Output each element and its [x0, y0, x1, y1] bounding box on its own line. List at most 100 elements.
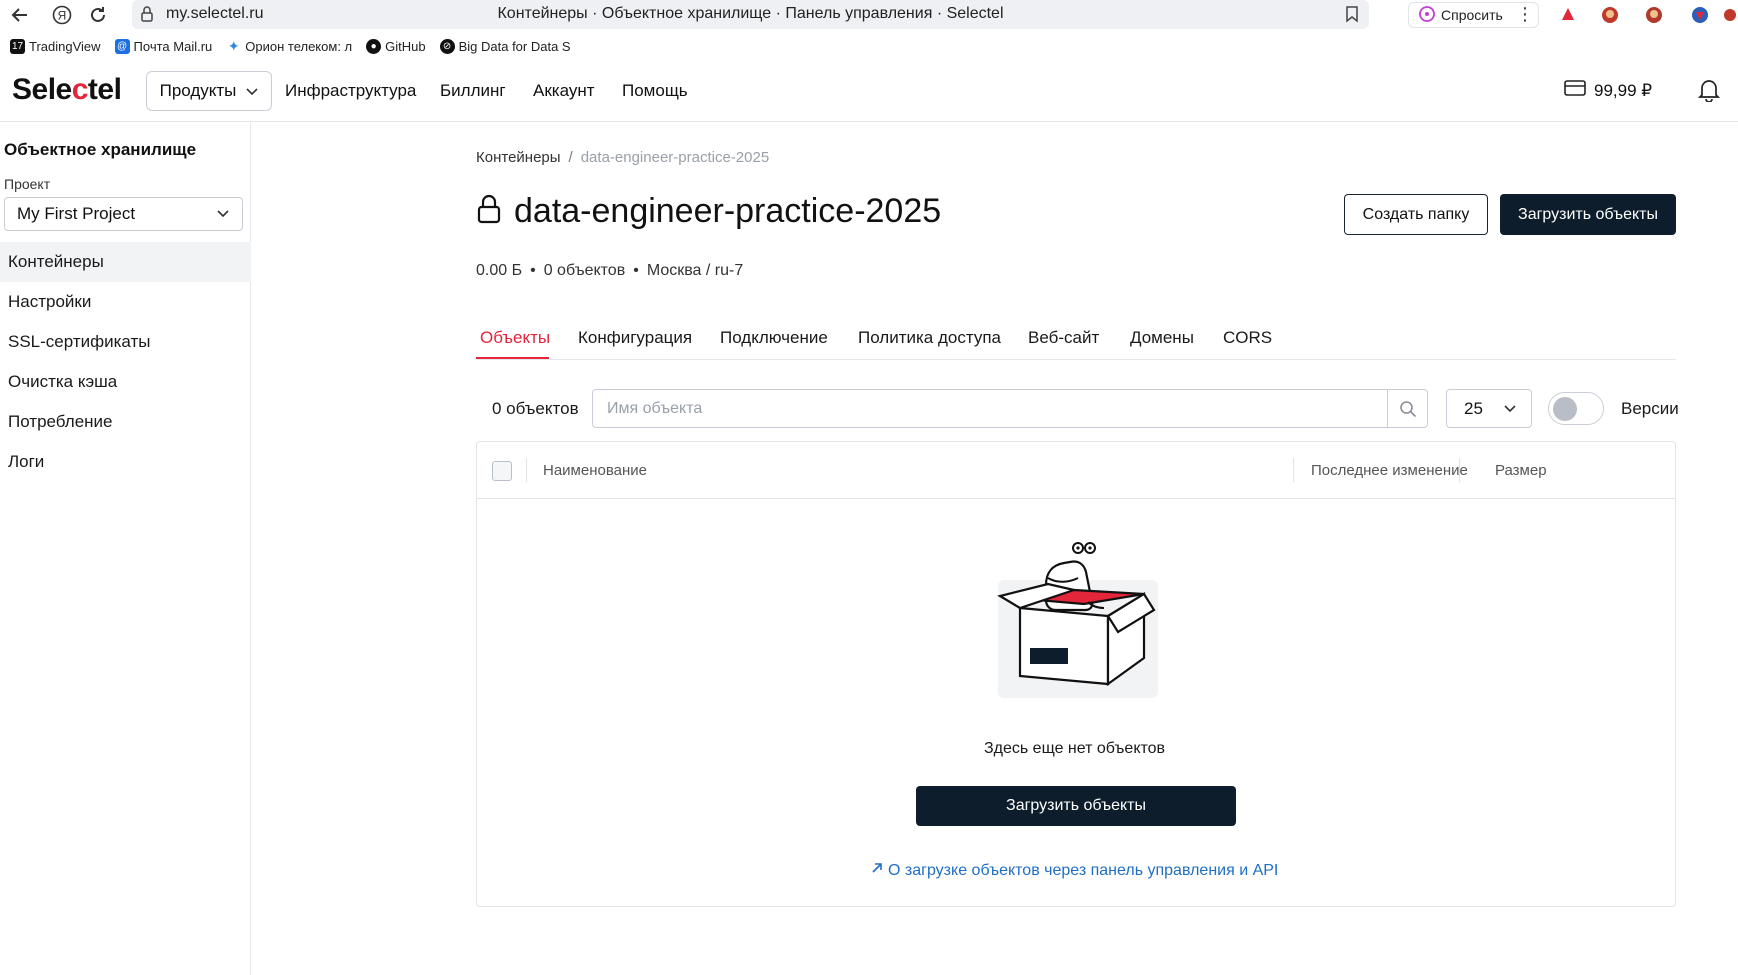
selectel-logo[interactable]: Selectel [12, 73, 122, 107]
bookmark-tradingview[interactable]: 17 TradingView [10, 38, 101, 54]
bookmark-label: Почта Mail.ru [133, 38, 213, 54]
extension-icon[interactable] [1690, 5, 1710, 25]
logo-part: c [71, 73, 89, 106]
tab-connection[interactable]: Подключение [720, 328, 828, 348]
versions-toggle[interactable] [1548, 392, 1604, 425]
nav-help[interactable]: Помощь [622, 81, 688, 101]
back-icon[interactable] [6, 2, 34, 28]
tab-domains[interactable]: Домены [1130, 328, 1194, 348]
sidebar-title: Объектное хранилище [4, 140, 197, 159]
bookmark-bigdata[interactable]: ⊘ Big Data for Data S [439, 38, 571, 54]
sidebar-item-settings[interactable]: Настройки [0, 282, 251, 322]
lock-icon [476, 194, 502, 229]
tab-website[interactable]: Веб-сайт [1028, 328, 1099, 348]
breadcrumb-separator: / [568, 149, 573, 166]
empty-box-illustration [986, 530, 1166, 700]
sidebar-item-logs[interactable]: Логи [0, 442, 251, 482]
versions-label: Версии [1621, 399, 1679, 418]
tab-access-policy[interactable]: Политика доступа [858, 328, 1001, 348]
wallet-icon [1564, 79, 1586, 102]
alice-icon [1419, 5, 1435, 25]
mail-icon: @ [114, 38, 130, 54]
sidebar: Объектное хранилище Проект My First Proj… [0, 123, 251, 975]
yandex-icon[interactable]: Я [48, 2, 76, 28]
bell-icon[interactable] [1697, 78, 1721, 107]
orion-icon: ✦ [227, 37, 240, 54]
page-title: data-engineer-practice-2025 [476, 192, 941, 231]
tab-configuration[interactable]: Конфигурация [578, 328, 692, 348]
chevron-down-icon [246, 81, 258, 101]
bookmark-github[interactable]: ● GitHub [366, 38, 426, 54]
search-icon[interactable] [1387, 390, 1427, 427]
logo-part: Sele [12, 73, 72, 106]
active-tab-indicator [476, 357, 549, 359]
column-size[interactable]: Размер [1495, 462, 1547, 479]
bigdata-icon: ⊘ [439, 38, 455, 54]
column-divider [1293, 458, 1294, 482]
nav-infrastructure[interactable]: Инфраструктура [285, 81, 416, 101]
more-icon[interactable]: ⋮ [1516, 4, 1534, 25]
extension-icon[interactable] [1600, 5, 1620, 25]
bucket-name: data-engineer-practice-2025 [514, 192, 942, 230]
per-page-value: 25 [1464, 398, 1483, 418]
bookmark-label: Орион телеком: л [245, 38, 353, 54]
sidebar-item-cache[interactable]: Очистка кэша [0, 362, 251, 402]
meta-dot: • [633, 262, 639, 279]
toggle-knob [1553, 397, 1577, 421]
extension-icon[interactable] [1644, 5, 1664, 25]
sidebar-item-containers[interactable]: Контейнеры [0, 242, 251, 282]
tab-objects[interactable]: Объекты [480, 328, 550, 348]
logo-part: tel [87, 73, 122, 106]
nav-billing[interactable]: Биллинг [440, 81, 506, 101]
upload-docs-link[interactable]: О загрузке объектов через панель управле… [870, 861, 1278, 880]
column-modified[interactable]: Последнее изменение [1311, 462, 1468, 479]
balance-amount: 99,99 ₽ [1594, 80, 1653, 100]
github-icon: ● [366, 38, 382, 54]
bookmarks-bar: 17 TradingView @ Почта Mail.ru ✦ Орион т… [0, 35, 1738, 57]
column-name[interactable]: Наименование [543, 462, 647, 479]
meta-dot: • [530, 262, 536, 279]
nav-account[interactable]: Аккаунт [533, 81, 595, 101]
svg-text:Я: Я [58, 9, 67, 23]
breadcrumb-current: data-engineer-practice-2025 [580, 149, 770, 166]
chevron-down-icon [1503, 401, 1517, 421]
tab-cors[interactable]: CORS [1223, 328, 1272, 348]
arrow-up-right-icon [870, 861, 884, 880]
project-value: My First Project [17, 204, 136, 223]
bucket-region: Москва / ru-7 [646, 262, 744, 279]
per-page-select[interactable]: 25 [1446, 389, 1532, 428]
bucket-size: 0.00 Б [476, 262, 523, 279]
search-input[interactable] [593, 390, 1389, 427]
extension-icon[interactable] [1558, 5, 1578, 25]
browser-toolbar: Я my.selectel.ru Контейнеры · Объектное … [0, 0, 1738, 29]
reload-icon[interactable] [84, 2, 112, 28]
bookmark-icon[interactable] [1345, 5, 1359, 28]
tradingview-icon: 17 [10, 38, 25, 54]
bookmark-label: TradingView [29, 38, 101, 54]
bucket-meta: 0.00 Б • 0 объектов • Москва / ru-7 [476, 262, 743, 280]
project-select[interactable]: My First Project [4, 197, 243, 231]
select-all-checkbox[interactable] [492, 461, 512, 481]
bookmark-mail[interactable]: @ Почта Mail.ru [114, 38, 213, 54]
balance[interactable]: 99,99 ₽ [1564, 79, 1652, 102]
address-bar[interactable]: my.selectel.ru Контейнеры · Объектное хр… [132, 0, 1369, 29]
empty-upload-button[interactable]: Загрузить объекты [916, 786, 1236, 826]
bucket-object-count: 0 объектов [543, 262, 626, 279]
project-label: Проект [4, 176, 51, 192]
ask-label: Спросить [1441, 7, 1503, 23]
browser-chrome: Я my.selectel.ru Контейнеры · Объектное … [0, 0, 1738, 58]
products-dropdown[interactable]: Продукты [146, 71, 272, 111]
bucket-tabs: Объекты Конфигурация Подключение Политик… [476, 322, 1676, 360]
breadcrumb: Контейнеры / data-engineer-practice-2025 [476, 149, 769, 166]
upload-objects-button[interactable]: Загрузить объекты [1500, 194, 1676, 235]
create-folder-button[interactable]: Создать папку [1344, 194, 1488, 235]
column-divider [1459, 458, 1460, 482]
bookmark-orion[interactable]: ✦ Орион телеком: л [226, 37, 353, 54]
extension-icon[interactable] [1724, 5, 1738, 25]
breadcrumb-containers[interactable]: Контейнеры [476, 149, 561, 166]
sidebar-item-usage[interactable]: Потребление [0, 402, 251, 442]
objects-count: 0 объектов [492, 399, 579, 418]
app-header: Selectel Продукты Инфраструктура Биллинг… [0, 58, 1738, 122]
search-box [592, 389, 1428, 428]
sidebar-item-ssl[interactable]: SSL-сертификаты [0, 322, 251, 362]
